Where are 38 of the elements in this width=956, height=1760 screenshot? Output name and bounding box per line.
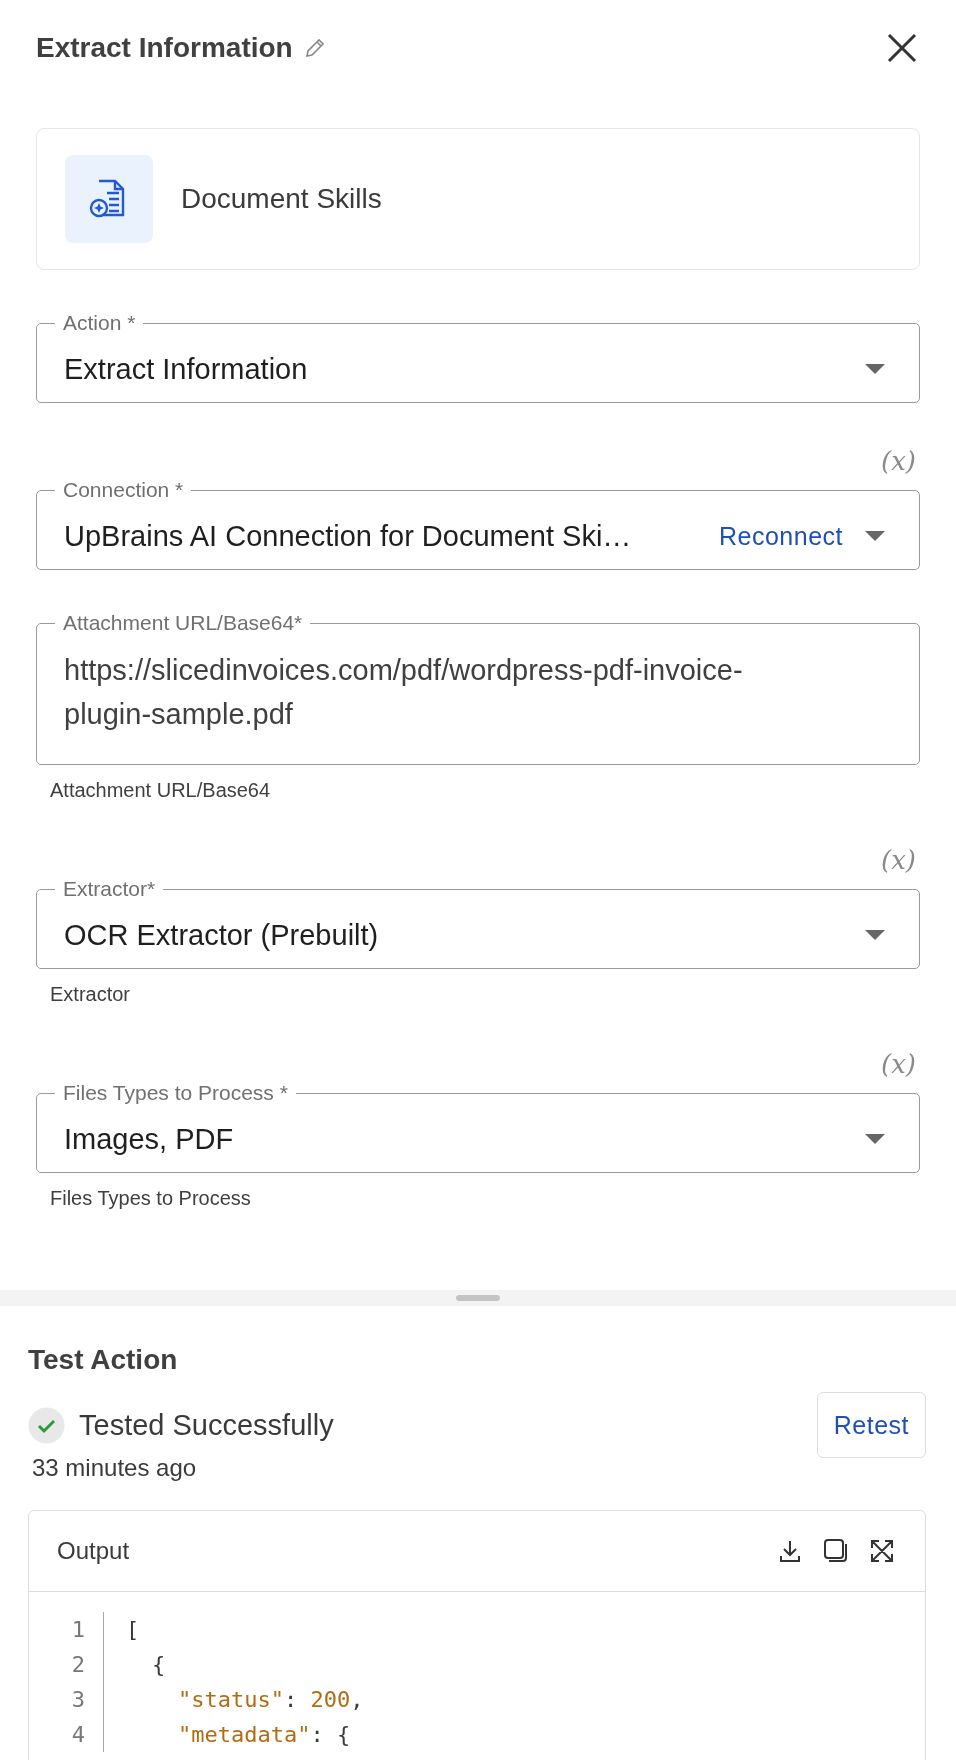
- field-label: Attachment URL/Base64*: [62, 610, 304, 636]
- section-title: Test Action: [28, 1344, 179, 1376]
- line-number: 4: [29, 1717, 104, 1752]
- field-label: Connection *: [62, 477, 185, 503]
- piece-name: Document Skills: [181, 183, 382, 215]
- expand-icon[interactable]: [869, 1538, 895, 1564]
- reconnect-link[interactable]: Reconnect: [718, 521, 843, 551]
- helper-text: Files Types to Process: [50, 1187, 252, 1210]
- caret-icon[interactable]: [865, 1134, 885, 1144]
- copy-icon[interactable]: [823, 1538, 849, 1564]
- line-number: 3: [29, 1682, 104, 1717]
- field-value: Images, PDF: [64, 1122, 235, 1156]
- document-icon: [65, 155, 153, 243]
- retest-button[interactable]: Retest: [816, 1392, 926, 1458]
- helper-text: Attachment URL/Base64: [50, 779, 272, 802]
- code-line: "metadata": {: [177, 1722, 351, 1747]
- panel-title: Extract Information: [36, 32, 293, 64]
- field-label: Extractor*: [62, 876, 157, 902]
- line-number: 2: [29, 1647, 104, 1682]
- field-label: Action *: [62, 310, 137, 336]
- field-value: https://slicedinvoices.com/pdf/wordpress-pdf-invoice-plugin-sample.pdf: [64, 653, 744, 732]
- status-text: Tested Successfully: [79, 1408, 334, 1442]
- caret-icon[interactable]: [865, 531, 885, 541]
- code-line: {: [151, 1652, 166, 1677]
- output-title: Output: [57, 1537, 130, 1565]
- resize-handle[interactable]: [456, 1295, 500, 1301]
- caret-icon[interactable]: [865, 364, 885, 374]
- caret-icon[interactable]: [865, 930, 885, 940]
- field-value: Extract Information: [64, 352, 309, 386]
- helper-text: Extractor: [50, 983, 132, 1006]
- field-value: OCR Extractor (Prebuilt): [64, 918, 380, 952]
- download-icon[interactable]: [777, 1538, 803, 1564]
- field-value: UpBrains AI Connection for Document Ski…: [64, 519, 633, 553]
- field-label: Files Types to Process *: [62, 1080, 289, 1106]
- line-number: 1: [29, 1612, 104, 1647]
- timestamp: 33 minutes ago: [32, 1454, 198, 1482]
- code-line: [: [125, 1617, 140, 1642]
- code-line: "status": 200,: [177, 1687, 364, 1712]
